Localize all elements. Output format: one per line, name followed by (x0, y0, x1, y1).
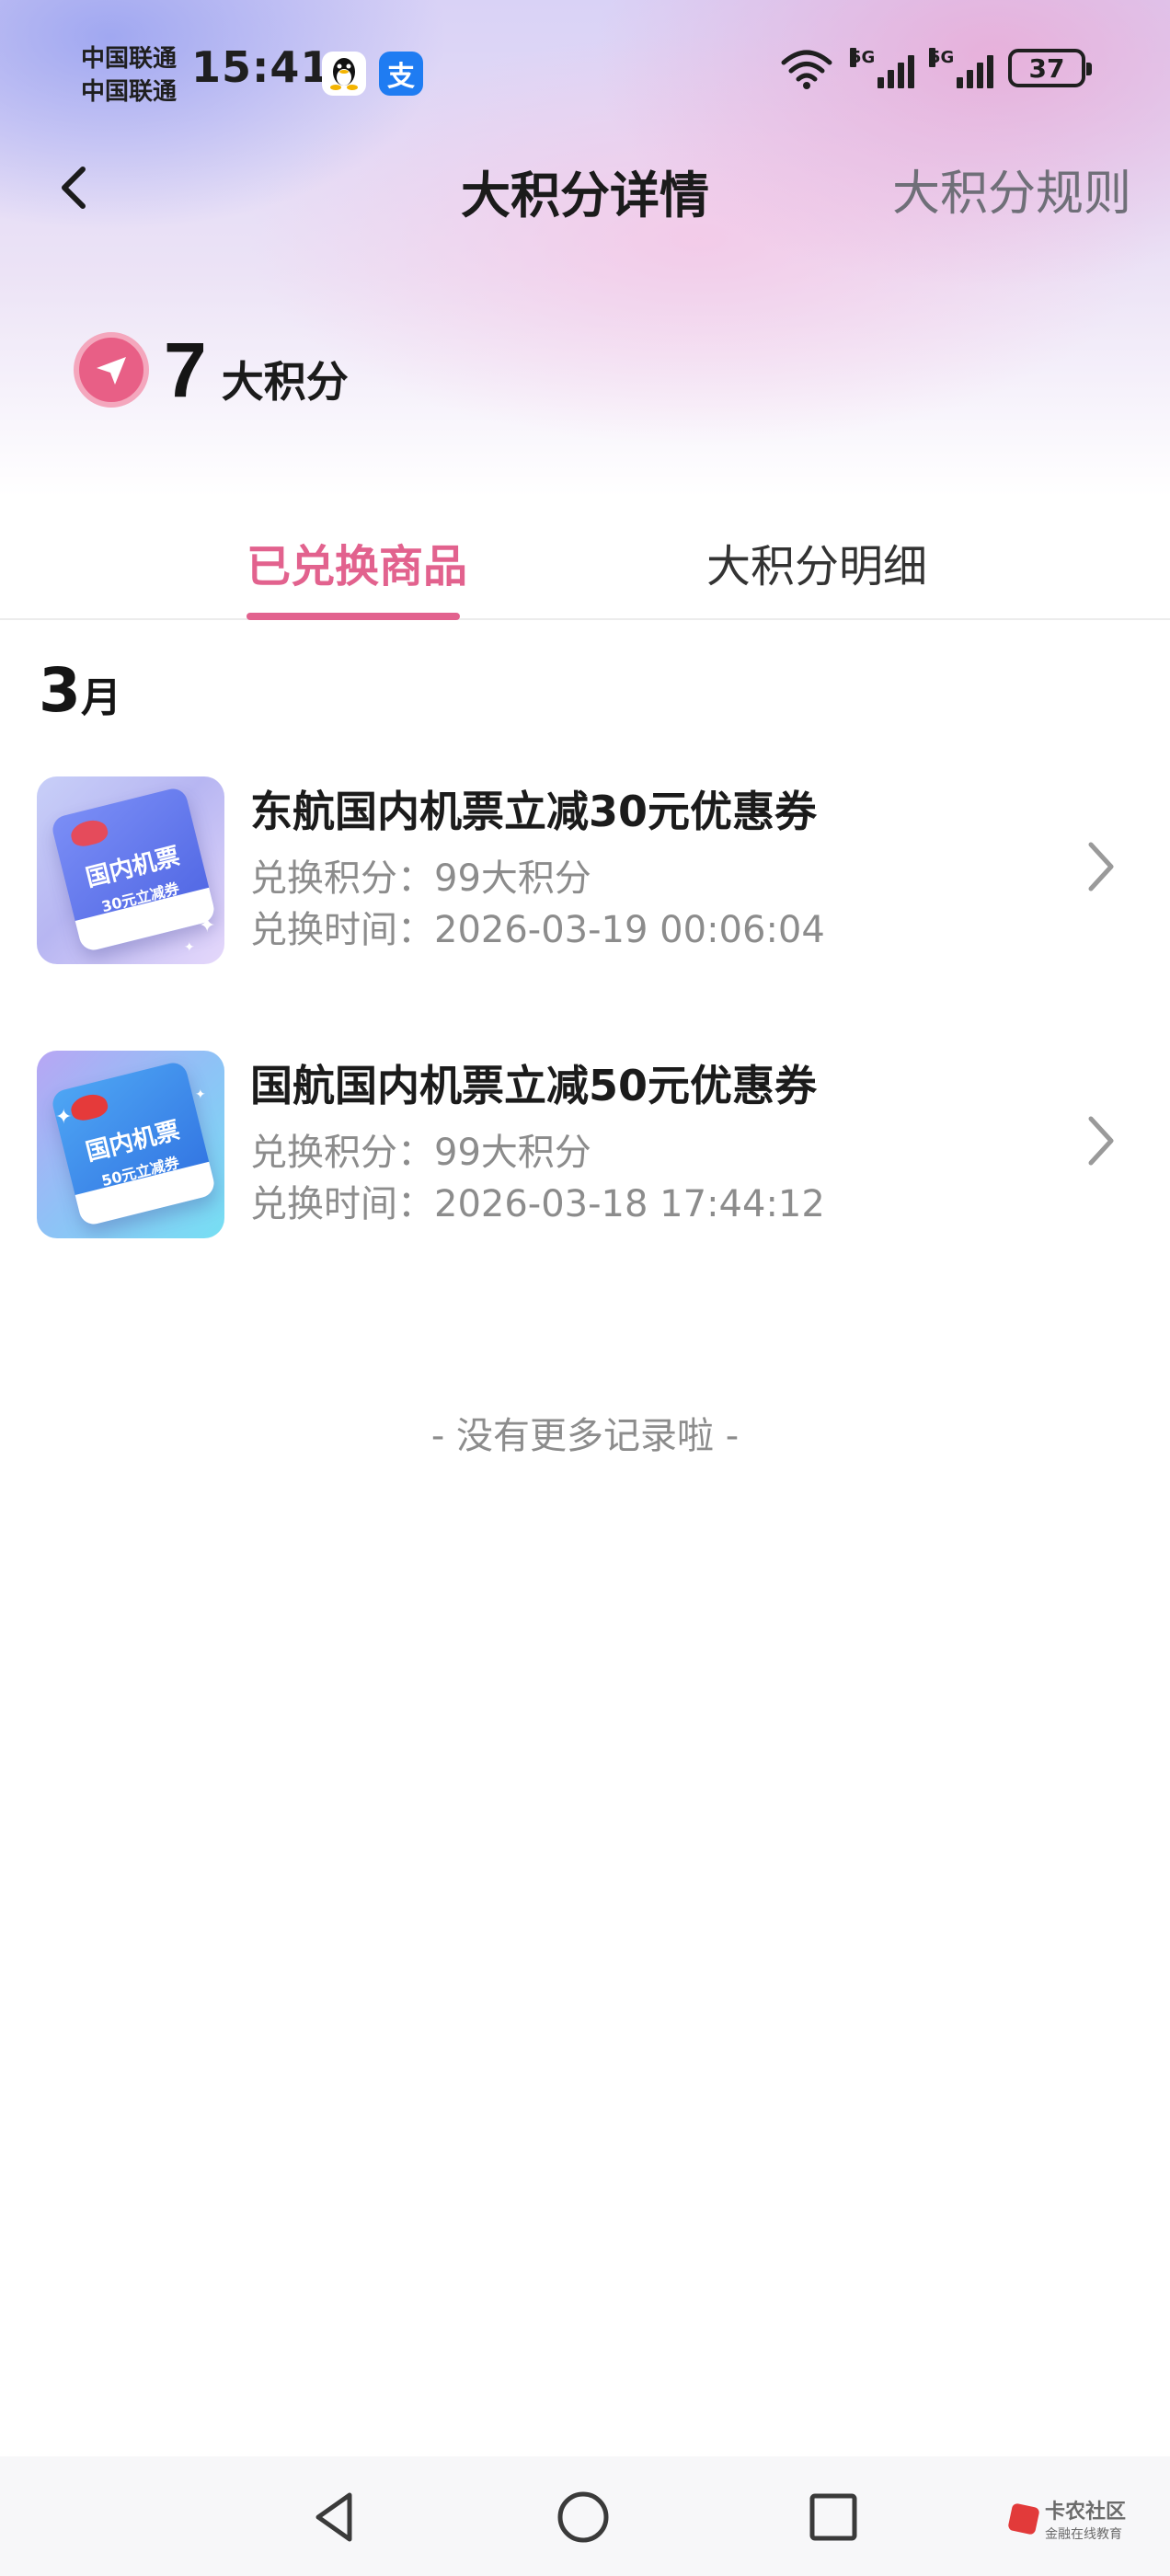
item-title: 国航国内机票立减50元优惠券 (250, 1061, 818, 1110)
month-number: 3 (39, 655, 81, 726)
battery-level: 37 (1028, 52, 1065, 84)
tab-points-details[interactable]: 大积分明细 (706, 530, 927, 594)
points-unit: 大积分 (221, 357, 349, 407)
points-rules-link[interactable]: 大积分规则 (892, 155, 1131, 224)
status-indicators: 5G 5G 37 (778, 46, 1092, 90)
points-badge-icon (74, 332, 149, 408)
sparkle-icon: ✦ (184, 940, 195, 955)
status-time: 15:41 (191, 42, 331, 92)
month-unit: 月 (80, 674, 121, 721)
coupon-thumbnail: 国内机票 50元立减券 ✦ ✦ (37, 1051, 224, 1238)
tab-redeemed-items[interactable]: 已兑换商品 (247, 530, 467, 594)
airline-logo-icon (68, 816, 110, 849)
signal-icon: 5G (850, 48, 914, 88)
watermark-title: 卡农社区 (1044, 2501, 1126, 2524)
battery-icon: 37 (1008, 49, 1092, 87)
active-tab-indicator (247, 613, 460, 620)
network-type-label: 5G (850, 48, 876, 67)
coupon-card-image: 国内机票 30元立减券 (50, 786, 217, 953)
sparkle-icon: ✦ (195, 1087, 206, 1102)
carrier-name: 中国联通 (81, 78, 178, 106)
watermark-logo: 卡农社区 金融在线教育 (1007, 2495, 1126, 2543)
sparkle-icon: ✦ (55, 1106, 73, 1129)
carrier-name: 中国联通 (81, 45, 178, 73)
qq-icon (322, 52, 366, 96)
nav-recents-icon[interactable] (802, 2486, 865, 2548)
signal-icon: 5G (929, 48, 993, 88)
item-title: 东航国内机票立减30元优惠券 (250, 787, 818, 836)
list-item[interactable]: 国内机票 30元立减券 ✦ ✦ 东航国内机票立减30元优惠券 兑换积分：99大积… (0, 775, 1170, 968)
wifi-icon (778, 46, 835, 90)
carrier-labels: 中国联通 中国联通 (81, 42, 177, 109)
watermark-icon (1007, 2502, 1040, 2536)
airline-logo-icon (68, 1090, 110, 1123)
watermark-subtitle: 金融在线教育 (1044, 2527, 1122, 2542)
points-value: 7 (164, 327, 207, 413)
item-time: 兑换时间：2026-03-19 00:06:04 (250, 909, 825, 951)
status-bar: 中国联通 中国联通 15:41 支 5G 5G 37 (0, 0, 1170, 147)
item-time: 兑换时间：2026-03-18 17:44:12 (250, 1183, 825, 1225)
coupon-thumbnail: 国内机票 30元立减券 ✦ ✦ (37, 776, 224, 964)
month-header: 3月 (39, 655, 121, 726)
sparkle-icon: ✦ (199, 914, 216, 937)
coupon-card-image: 国内机票 50元立减券 (50, 1060, 217, 1227)
alipay-icon: 支 (379, 52, 423, 96)
end-of-list-hint: - 没有更多记录啦 - (430, 1415, 740, 1457)
network-type-label: 5G (929, 48, 955, 67)
chevron-right-icon[interactable] (1082, 1108, 1122, 1174)
nav-back-icon[interactable] (304, 2486, 366, 2548)
chevron-right-icon[interactable] (1082, 834, 1122, 900)
list-item[interactable]: 国内机票 50元立减券 ✦ ✦ 国航国内机票立减50元优惠券 兑换积分：99大积… (0, 1049, 1170, 1242)
item-points: 兑换积分：99大积分 (250, 1132, 591, 1174)
item-points: 兑换积分：99大积分 (250, 857, 591, 900)
nav-home-icon[interactable] (552, 2486, 614, 2548)
system-navigation-bar: 卡农社区 金融在线教育 (0, 2456, 1170, 2576)
tab-bar: 已兑换商品 大积分明细 (0, 515, 1170, 620)
points-summary: 7 大积分 (74, 331, 349, 408)
